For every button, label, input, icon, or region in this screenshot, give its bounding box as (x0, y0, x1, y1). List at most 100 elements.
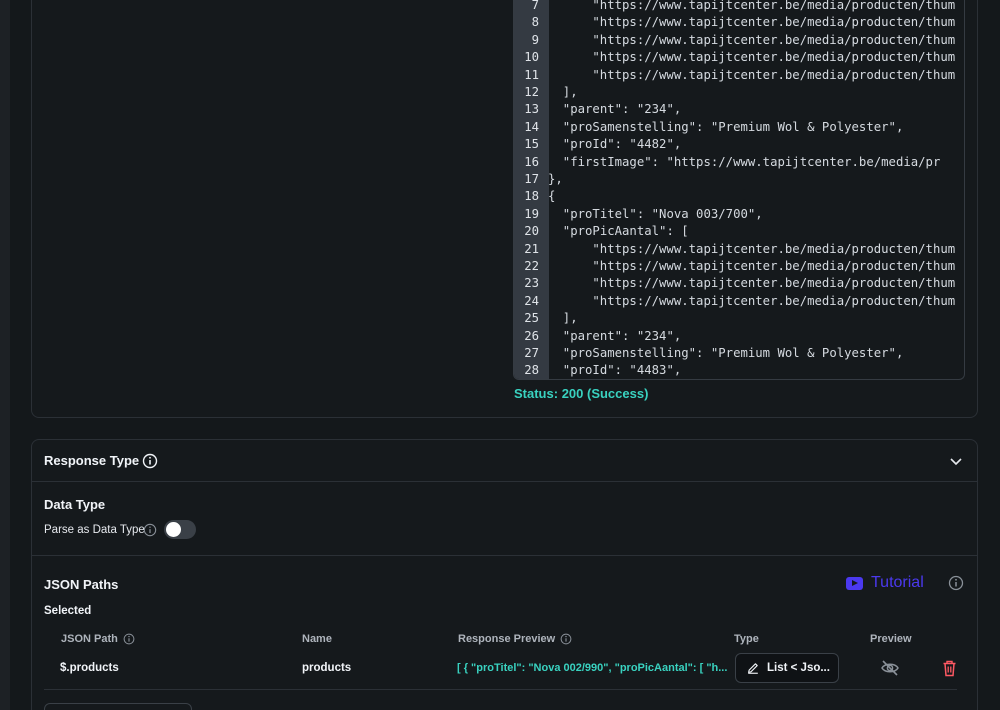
line-number: 24 (524, 293, 539, 308)
code-text: ], (562, 311, 578, 326)
data-type-section: Data Type Parse as Data Type (32, 483, 977, 556)
code-line: 27 "proSamenstelling": "Premium Wol & Pol… (514, 345, 964, 362)
code-line: 10 "https://www.tapijtcenter.be/media/pr… (514, 49, 964, 66)
line-number: 9 (531, 32, 539, 47)
response-config-card: Response Type Data Type Parse as Data Ty… (31, 439, 978, 710)
code-text: "proTitel": "Nova 003/700", (562, 206, 763, 221)
code-line: 13 "parent": "234", (514, 101, 964, 118)
table-row[interactable]: $.products products [ { "proTitel": "Nov… (44, 652, 957, 690)
column-header-name: Name (302, 633, 332, 645)
code-line: 7 "https://www.tapijtcenter.be/media/pro… (514, 0, 964, 14)
status-label: Status: (514, 386, 559, 401)
code-text: "https://www.tapijtcenter.be/media/produ… (577, 67, 956, 82)
response-code-viewer[interactable]: 7 "https://www.tapijtcenter.be/media/pro… (513, 0, 965, 380)
code-text: "proSamenstelling": "Premium Wol & Polye… (562, 346, 904, 360)
json-paths-title: JSON Paths (44, 577, 119, 592)
line-number: 28 (524, 363, 539, 378)
code-text: "https://www.tapijtcenter.be/media/produ… (577, 241, 956, 256)
line-number: 11 (524, 67, 539, 82)
code-line: 24 "https://www.tapijtcenter.be/media/pr… (514, 293, 964, 310)
code-line: 9 "https://www.tapijtcenter.be/media/pro… (514, 32, 964, 49)
toggle-knob (166, 522, 181, 537)
line-number: 13 (524, 102, 539, 117)
name-cell: products (302, 662, 352, 674)
line-number: 23 (524, 276, 539, 291)
line-number: 22 (524, 259, 539, 273)
code-line: 18 { (514, 188, 964, 205)
code-line: 14 "proSamenstelling": "Premium Wol & Pol… (514, 119, 964, 136)
code-text: ], (562, 85, 578, 99)
add-json-path-button[interactable] (44, 703, 192, 710)
response-preview-cell: [ { "proTitel": "Nova 002/990", "proPicA… (457, 662, 728, 674)
youtube-icon (846, 576, 863, 590)
code-text: "proSamenstelling": "Premium Wol & Polye… (562, 119, 904, 134)
code-line: 25], (514, 310, 964, 327)
edit-icon (748, 663, 758, 674)
line-number: 21 (524, 241, 539, 256)
status-line: Status: 200 (Success) (514, 386, 648, 401)
line-number: 27 (524, 346, 539, 360)
code-text: "https://www.tapijtcenter.be/media/produ… (577, 50, 956, 65)
status-value: 200 (Success) (561, 386, 649, 401)
code-line: 20 "proPicAantal": [ (514, 223, 964, 240)
line-number: 25 (524, 311, 539, 326)
line-number: 14 (524, 119, 539, 134)
code-line: 17}, (514, 171, 964, 188)
line-number: 12 (524, 85, 539, 99)
column-header-type: Type (734, 633, 759, 645)
parse-data-type-toggle[interactable] (164, 520, 196, 539)
line-number: 8 (531, 15, 539, 30)
code-line: 15 "proId": "4482", (514, 136, 964, 153)
info-icon[interactable] (560, 633, 572, 645)
code-text: "https://www.tapijtcenter.be/media/produ… (577, 0, 956, 12)
code-text: "https://www.tapijtcenter.be/media/produ… (577, 15, 956, 30)
info-icon[interactable] (948, 575, 964, 591)
code-line: 22 "https://www.tapijtcenter.be/media/pr… (514, 258, 964, 275)
code-text: "https://www.tapijtcenter.be/media/produ… (577, 32, 956, 47)
type-value: List < Jso... (767, 662, 830, 674)
line-number: 20 (524, 224, 539, 239)
column-header-response-preview: Response Preview (458, 633, 572, 645)
code-line: 8 "https://www.tapijtcenter.be/media/pro… (514, 14, 964, 31)
json-path-cell: $.products (60, 662, 119, 674)
line-number: 17 (524, 172, 539, 186)
code-line: 26 "parent": "234", (514, 328, 964, 345)
chevron-down-icon[interactable] (947, 452, 965, 470)
tutorial-link[interactable]: Tutorial (846, 574, 924, 592)
tutorial-label: Tutorial (871, 574, 924, 591)
line-number: 16 (524, 154, 539, 169)
info-icon[interactable] (123, 633, 135, 645)
code-text: "parent": "234", (562, 328, 682, 343)
type-select-button[interactable]: List < Jso... (735, 653, 839, 683)
left-rail (0, 0, 10, 710)
data-type-title: Data Type (44, 497, 106, 512)
trash-icon[interactable] (942, 660, 957, 677)
code-text: "https://www.tapijtcenter.be/media/produ… (577, 293, 956, 308)
line-number: 19 (524, 206, 539, 221)
eye-off-icon[interactable] (880, 659, 900, 677)
code-text: "firstImage": "https://www.tapijtcenter.… (562, 154, 941, 169)
code-text: "https://www.tapijtcenter.be/media/produ… (577, 276, 956, 291)
line-number: 7 (531, 0, 539, 12)
column-header-json-path: JSON Path (61, 633, 135, 645)
info-icon[interactable] (142, 453, 158, 469)
code-text: "proId": "4482", (562, 137, 682, 152)
code-line: 21 "https://www.tapijtcenter.be/media/pr… (514, 241, 964, 258)
code-line: 19 "proTitel": "Nova 003/700", (514, 206, 964, 223)
line-number: 26 (524, 328, 539, 343)
line-number: 15 (524, 137, 539, 152)
info-icon[interactable] (143, 523, 157, 537)
code-text: { (548, 189, 556, 204)
code-line: 12], (514, 84, 964, 101)
response-type-header[interactable]: Response Type (32, 440, 977, 482)
code-line: 16 "firstImage": "https://www.tapijtcente… (514, 154, 964, 171)
parse-as-data-type-label: Parse as Data Type (44, 524, 145, 536)
column-header-preview: Preview (870, 633, 912, 645)
code-line: 11 "https://www.tapijtcenter.be/media/pr… (514, 67, 964, 84)
line-number: 18 (524, 189, 539, 204)
api-test-card: 7 "https://www.tapijtcenter.be/media/pro… (31, 0, 978, 418)
code-line: 28 "proId": "4483", (514, 362, 964, 379)
selected-label: Selected (44, 605, 92, 617)
code-text: }, (548, 172, 563, 186)
code-text: "https://www.tapijtcenter.be/media/produ… (577, 259, 956, 273)
